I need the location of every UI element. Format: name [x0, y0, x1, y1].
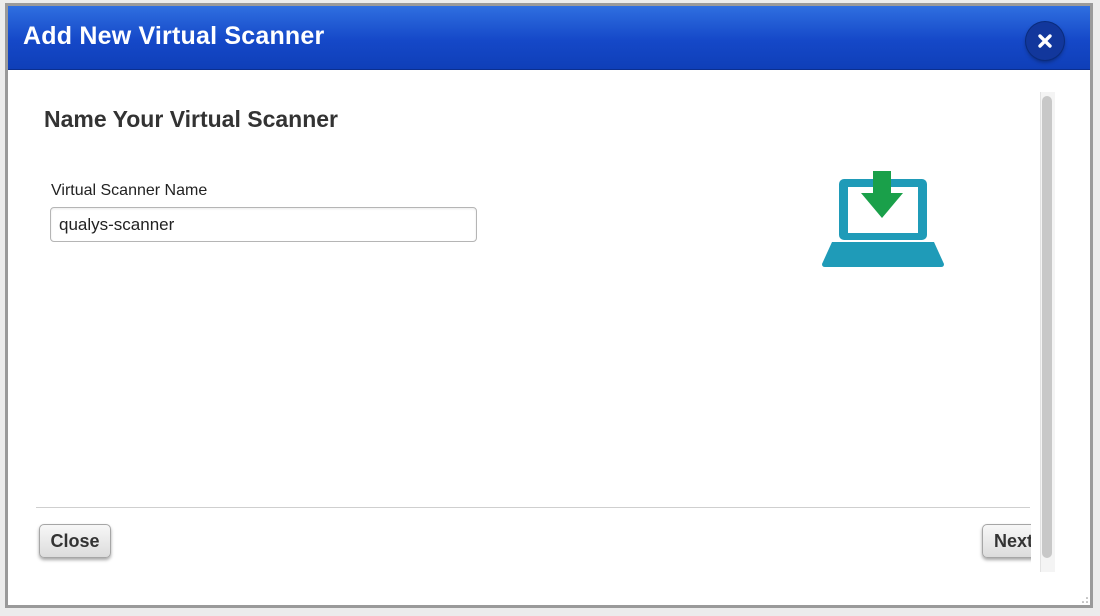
- dialog-title: Add New Virtual Scanner: [23, 22, 325, 50]
- footer-clip: Next: [8, 70, 1031, 605]
- dialog-content: Name Your Virtual Scanner Virtual Scanne…: [8, 70, 1090, 605]
- next-button-label: Next: [994, 530, 1031, 551]
- dialog-title-bar: Add New Virtual Scanner: [8, 6, 1090, 70]
- resize-grip-icon[interactable]: [1080, 595, 1088, 603]
- scrollbar-thumb[interactable]: [1042, 96, 1052, 558]
- dialog-close-button[interactable]: [1026, 22, 1064, 60]
- close-icon: [1038, 34, 1052, 48]
- add-virtual-scanner-dialog: Add New Virtual Scanner Name Your Virtua…: [5, 3, 1093, 608]
- next-button[interactable]: Next: [982, 524, 1031, 558]
